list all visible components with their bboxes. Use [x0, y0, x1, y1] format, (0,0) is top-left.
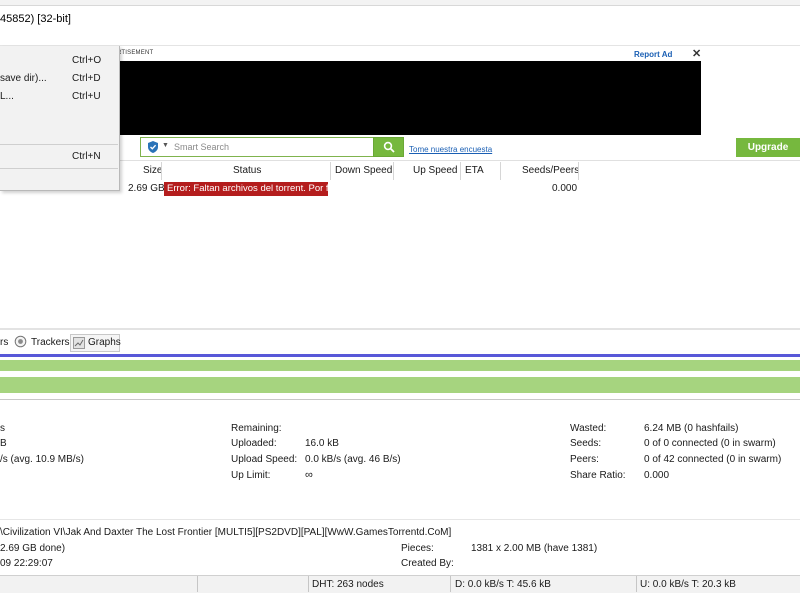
transfer-value-1: s	[0, 423, 5, 434]
menu-item-add-torrent[interactable]: Ctrl+O	[0, 53, 118, 69]
ad-banner[interactable]	[115, 61, 701, 135]
file-dropdown-menu: Ctrl+O save dir)... Ctrl+D L... Ctrl+U C…	[0, 46, 120, 191]
title-bar: 45852) [32-bit]	[0, 6, 800, 34]
column-divider	[500, 162, 501, 180]
menu-item-shortcut: Ctrl+U	[72, 91, 101, 102]
uploaded-value: 16.0 kB	[305, 438, 339, 449]
menu-item-create-torrent[interactable]: Ctrl+N	[0, 149, 118, 165]
save-path: \Civilization VI\Jak And Daxter The Lost…	[0, 527, 452, 538]
bottom-edge	[0, 593, 800, 600]
section-divider	[0, 399, 800, 400]
column-seeds-peers[interactable]: Seeds/Peers	[522, 165, 579, 176]
table-header	[0, 161, 800, 180]
row-status-text: Error: Faltan archivos del torrent. Por …	[167, 183, 328, 194]
search-provider-dropdown-icon[interactable]: ▼	[162, 142, 169, 149]
column-divider	[578, 162, 579, 180]
availability-bar	[0, 354, 800, 357]
menu-item-shortcut: Ctrl+N	[72, 151, 101, 162]
menu-item-label: L...	[0, 91, 14, 102]
menu-separator	[0, 168, 118, 169]
menu-item-label: save dir)...	[0, 73, 47, 84]
seeds-label: Seeds:	[570, 438, 602, 449]
peers-value: 0 of 42 connected (0 in swarm)	[644, 454, 782, 465]
table-row[interactable]: 2.69 GB 0.000	[0, 181, 800, 197]
uploaded-label: Uploaded:	[231, 438, 277, 449]
ad-close-icon[interactable]: ✕	[692, 47, 701, 60]
column-eta[interactable]: ETA	[465, 165, 484, 176]
smart-search-box[interactable]: ▼	[140, 137, 374, 157]
tab-graphs[interactable]: Graphs	[70, 334, 121, 352]
download-status[interactable]: D: 0.0 kB/s T: 45.6 kB	[455, 579, 551, 590]
shield-icon	[146, 140, 160, 154]
up-limit-value: ∞	[305, 469, 313, 481]
column-divider	[460, 162, 461, 180]
tab-trackers[interactable]: Trackers	[31, 337, 70, 353]
created-on: 09 22:29:07	[0, 558, 53, 569]
remaining-label: Remaining:	[231, 423, 282, 434]
downloaded-progress-bar	[0, 360, 800, 371]
menu-separator	[0, 144, 118, 145]
graphs-icon	[73, 337, 85, 349]
column-divider	[393, 162, 394, 180]
search-icon	[383, 141, 395, 153]
upgrade-button[interactable]: Upgrade	[736, 138, 800, 157]
total-size: 2.69 GB done)	[0, 543, 66, 554]
status-divider	[197, 576, 198, 592]
upload-status[interactable]: U: 0.0 kB/s T: 20.3 kB	[640, 579, 736, 590]
tab-graphs-label: Graphs	[88, 337, 121, 348]
menu-item-shortcut: Ctrl+D	[72, 73, 101, 84]
tab-peers-partial[interactable]: rs	[0, 337, 8, 353]
pieces-label: Pieces:	[401, 543, 434, 554]
share-ratio-label: Share Ratio:	[570, 470, 626, 481]
search-button[interactable]	[373, 137, 404, 157]
search-input[interactable]	[174, 140, 370, 154]
status-divider	[308, 576, 309, 592]
share-ratio-value: 0.000	[644, 470, 670, 481]
upload-speed-label: Upload Speed:	[231, 454, 298, 465]
peers-label: Peers:	[570, 454, 599, 465]
survey-link[interactable]: Tome nuestra encuesta	[409, 145, 492, 154]
row-seeds-peers: 0.000	[552, 183, 578, 194]
seeds-value: 0 of 0 connected (0 in swarm)	[644, 438, 776, 449]
upload-speed-value: 0.0 kB/s (avg. 46 B/s)	[305, 454, 401, 465]
column-divider	[330, 162, 331, 180]
window-title: 45852) [32-bit]	[0, 13, 71, 25]
column-size[interactable]: Size	[143, 165, 162, 176]
column-down-speed[interactable]: Down Speed	[335, 165, 392, 176]
status-divider	[450, 576, 451, 592]
transfer-value-3: /s (avg. 10.9 MB/s)	[0, 454, 84, 465]
menu-item-add-from-url[interactable]: L... Ctrl+U	[0, 89, 118, 105]
up-limit-label: Up Limit:	[231, 470, 271, 481]
wasted-value: 6.24 MB (0 hashfails)	[644, 423, 739, 434]
created-by-label: Created By:	[401, 558, 454, 569]
report-ad-link[interactable]: Report Ad	[634, 50, 672, 59]
row-status-error: Error: Faltan archivos del torrent. Por …	[164, 182, 328, 196]
menu-item-shortcut: Ctrl+O	[72, 55, 102, 66]
panel-divider[interactable]	[0, 328, 800, 330]
pieces-value: 1381 x 2.00 MB (have 1381)	[471, 543, 598, 554]
status-divider	[636, 576, 637, 592]
availability-progress-bar	[0, 377, 800, 393]
row-size: 2.69 GB	[128, 183, 165, 194]
trackers-icon	[14, 335, 27, 351]
column-status[interactable]: Status	[233, 165, 261, 176]
dht-status[interactable]: DHT: 263 nodes	[312, 579, 384, 590]
transfer-value-2: B	[0, 438, 7, 449]
wasted-label: Wasted:	[570, 423, 607, 434]
section-divider	[0, 519, 800, 520]
menu-item-add-torrent-choose-dir[interactable]: save dir)... Ctrl+D	[0, 71, 118, 87]
column-divider	[161, 162, 162, 180]
column-up-speed[interactable]: Up Speed	[413, 165, 457, 176]
ad-label: RTISEMENT	[117, 50, 154, 56]
